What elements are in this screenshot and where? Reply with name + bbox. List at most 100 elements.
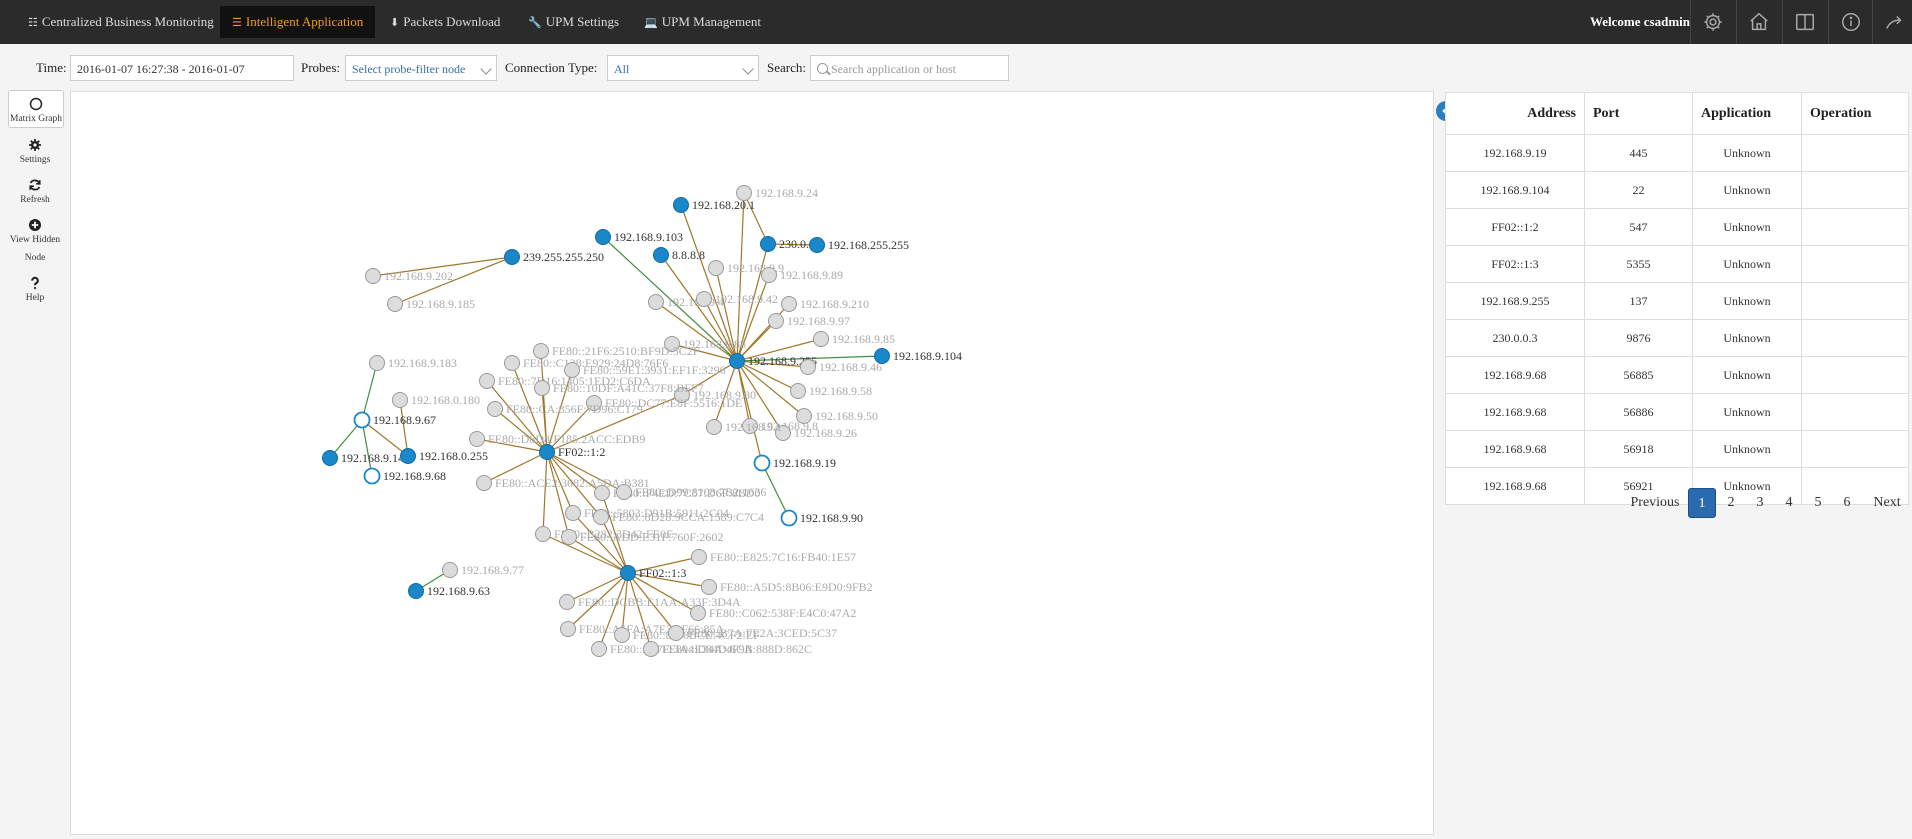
graph-node-marker[interactable]	[729, 353, 745, 369]
graph-node-marker[interactable]	[653, 247, 669, 263]
graph-node-marker[interactable]	[400, 448, 416, 464]
network-graph-canvas[interactable]: 239.255.255.250192.168.9.202192.168.9.18…	[71, 92, 1433, 834]
graph-node-marker[interactable]	[322, 450, 338, 466]
graph-node[interactable]: 192.168.9.77	[442, 562, 525, 578]
pagination-page-5[interactable]: 5	[1804, 488, 1832, 518]
connection-type-select[interactable]: All	[607, 55, 759, 81]
graph-node[interactable]: FE80::C062:538F:E4C0:47A2	[690, 605, 857, 621]
graph-node[interactable]: 192.168.9.1	[706, 419, 783, 435]
graph-node[interactable]: FE80::10DF:A41C:37F8:BFF7	[534, 380, 704, 396]
nav-upm-settings[interactable]: 🔧 UPM Settings	[516, 6, 631, 38]
probes-select[interactable]: Select probe-filter node	[345, 55, 497, 81]
graph-node[interactable]: FF02::1:3	[620, 565, 687, 581]
graph-node-marker[interactable]	[469, 431, 485, 447]
home-nav-button[interactable]	[1736, 0, 1781, 44]
graph-node[interactable]: FE80::8D28:9CCA:1589:C7C4	[593, 509, 765, 525]
graph-node-marker[interactable]	[648, 294, 664, 310]
graph-node-marker[interactable]	[534, 380, 550, 396]
graph-node[interactable]: 192.168.9.210	[781, 296, 870, 312]
graph-node-marker[interactable]	[408, 583, 424, 599]
graph-node-marker[interactable]	[708, 260, 724, 276]
column-header-port[interactable]: Port	[1584, 92, 1693, 135]
graph-node-marker[interactable]	[595, 229, 611, 245]
graph-node-marker[interactable]	[616, 484, 632, 500]
graph-node[interactable]: 192.168.9.46	[800, 359, 883, 375]
graph-node[interactable]: 192.168.20.1	[673, 197, 756, 213]
network-graph-panel[interactable]: 239.255.255.250 192.168.9.202 192.168.9.18…	[70, 91, 1434, 835]
graph-node-marker[interactable]	[761, 267, 777, 283]
graph-node[interactable]: 192.168.9.183	[369, 355, 458, 371]
graph-node[interactable]: FE80::E825:7C16:FB40:1E57	[691, 549, 857, 565]
graph-node[interactable]: FE80::D99:8108:7B2:1636	[616, 484, 767, 500]
graph-node-marker[interactable]	[387, 296, 403, 312]
graph-node-marker[interactable]	[559, 594, 575, 610]
nav-centralized-business-monitoring[interactable]: ☷ Centralized Business Monitoring	[16, 6, 226, 38]
graph-node-marker[interactable]	[593, 509, 609, 525]
pagination-page-6[interactable]: 6	[1833, 488, 1861, 518]
pagination-previous[interactable]: Previous	[1625, 488, 1685, 518]
graph-node-marker[interactable]	[780, 509, 798, 527]
graph-node[interactable]: 192.168.9.67	[353, 411, 437, 429]
graph-node-marker[interactable]	[594, 485, 610, 501]
graph-node[interactable]: FE80::E34A:4F9B:888D:862C	[643, 641, 813, 657]
column-header-application[interactable]: Application	[1692, 92, 1802, 135]
share-nav-button[interactable]	[1872, 0, 1912, 44]
book-nav-button[interactable]	[1782, 0, 1827, 44]
graph-node-marker[interactable]	[561, 529, 577, 545]
pagination-page-2[interactable]: 2	[1717, 488, 1745, 518]
graph-node[interactable]: 192.168.9.58	[790, 383, 873, 399]
matrix-graph-button[interactable]: Matrix Graph	[8, 90, 64, 128]
graph-node-marker[interactable]	[353, 411, 371, 429]
refresh-tool-button[interactable]: Refresh	[8, 172, 62, 208]
nav-upm-management[interactable]: 💻 UPM Management	[632, 6, 773, 38]
graph-node[interactable]: 192.168.9.89	[761, 267, 844, 283]
graph-node[interactable]: 192.168.9.90	[780, 509, 864, 527]
settings-tool-button[interactable]: Settings	[8, 132, 62, 168]
graph-node-marker[interactable]	[535, 526, 551, 542]
graph-node[interactable]: 192.168.9.26	[775, 425, 858, 441]
graph-node[interactable]: FE80::CA:856F:7D96:C179	[487, 401, 643, 417]
graph-node[interactable]: 192.168.0.255	[400, 448, 489, 464]
pagination-next[interactable]: Next	[1867, 488, 1907, 518]
graph-node-marker[interactable]	[643, 641, 659, 657]
graph-node[interactable]: FE80::ADD:E31F:760F:2602	[561, 529, 724, 545]
graph-node[interactable]: 192.168.9.143	[322, 450, 411, 466]
nav-packets-download[interactable]: ⬇ Packets Download	[378, 6, 512, 38]
help-tool-button[interactable]: Help	[8, 270, 62, 306]
graph-node[interactable]: 192.168.9.104	[874, 348, 963, 364]
settings-nav-button[interactable]	[1690, 0, 1735, 44]
graph-node[interactable]: 192.168.9.97	[768, 313, 851, 329]
graph-node-marker[interactable]	[504, 249, 520, 265]
graph-node[interactable]: 192.168.9.19	[753, 454, 837, 472]
graph-node-marker[interactable]	[701, 579, 717, 595]
pagination-page-4[interactable]: 4	[1775, 488, 1803, 518]
graph-node[interactable]: 192.168.9.85	[813, 331, 896, 347]
graph-node-marker[interactable]	[565, 505, 581, 521]
view-hidden-node-button[interactable]: View Hidden Node	[8, 212, 62, 266]
graph-node[interactable]: 192.168.9.63	[408, 583, 491, 599]
graph-node-marker[interactable]	[760, 236, 776, 252]
graph-node[interactable]: 192.168.255.255	[809, 237, 910, 253]
pagination-page-1[interactable]: 1	[1688, 488, 1716, 518]
pagination-page-3[interactable]: 3	[1746, 488, 1774, 518]
graph-node-marker[interactable]	[790, 383, 806, 399]
graph-node-marker[interactable]	[476, 475, 492, 491]
info-nav-button[interactable]	[1828, 0, 1873, 44]
graph-node-marker[interactable]	[706, 419, 722, 435]
graph-node-marker[interactable]	[768, 313, 784, 329]
graph-node-marker[interactable]	[479, 373, 495, 389]
graph-node-marker[interactable]	[363, 467, 381, 485]
graph-node-marker[interactable]	[614, 627, 630, 643]
graph-node[interactable]: FE80::A5D5:8B06:E9D0:9FB2	[701, 579, 873, 595]
graph-node-marker[interactable]	[696, 291, 712, 307]
graph-node[interactable]: 192.168.9.4	[648, 294, 725, 310]
graph-node[interactable]: 239.255.255.250	[504, 249, 605, 265]
graph-node[interactable]: 8.8.8.8	[653, 247, 706, 263]
graph-node-marker[interactable]	[781, 296, 797, 312]
graph-node-marker[interactable]	[800, 359, 816, 375]
graph-node-marker[interactable]	[560, 621, 576, 637]
graph-node-marker[interactable]	[591, 641, 607, 657]
graph-node-marker[interactable]	[753, 454, 771, 472]
graph-node-marker[interactable]	[442, 562, 458, 578]
graph-node-marker[interactable]	[392, 392, 408, 408]
